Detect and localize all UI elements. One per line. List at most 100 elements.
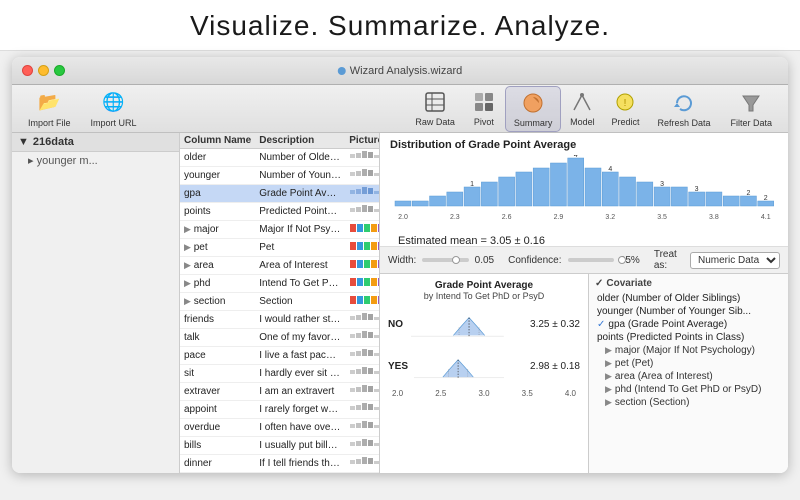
- import-file-button[interactable]: 📂 Import File: [20, 87, 79, 131]
- width-slider[interactable]: [422, 258, 468, 262]
- hero-text: Visualize. Summarize. Analyze.: [190, 10, 610, 41]
- confidence-slider-thumb[interactable]: [618, 256, 626, 264]
- traffic-lights: [22, 65, 65, 76]
- col-desc-header: Description: [255, 133, 345, 149]
- svg-text:3: 3: [695, 186, 699, 193]
- table-row[interactable]: plannerI rely on a calendar /...: [180, 473, 380, 474]
- svg-text:2.3: 2.3: [450, 214, 460, 221]
- cell-picture: [345, 149, 380, 167]
- raw-data-button[interactable]: Raw Data: [407, 86, 463, 132]
- cell-description: Predicted Points in...: [255, 203, 345, 221]
- cell-picture: [345, 401, 380, 419]
- import-url-button[interactable]: 🌐 Import URL: [83, 87, 145, 131]
- svg-text:3.8: 3.8: [709, 214, 719, 221]
- confidence-slider[interactable]: [568, 258, 614, 262]
- cell-column-name: extraver: [180, 383, 255, 401]
- group-row: NO 3.25 ± 0.32: [388, 305, 580, 343]
- group-mini-curve: [411, 305, 504, 343]
- model-label: Model: [570, 117, 595, 127]
- cell-column-name: points: [180, 203, 255, 221]
- cell-description: Number of Older Sib...: [255, 149, 345, 167]
- covariate-item[interactable]: ▶section (Section): [595, 396, 782, 409]
- table-row[interactable]: paceI live a fast paced life: [180, 347, 380, 365]
- covariate-item[interactable]: ✓gpa (Grade Point Average): [595, 318, 782, 331]
- table-row[interactable]: olderNumber of Older Sib...: [180, 149, 380, 167]
- covariate-item[interactable]: ▶major (Major If Not Psychology): [595, 344, 782, 357]
- model-button[interactable]: Model: [561, 86, 603, 132]
- hero-heading: Visualize. Summarize. Analyze.: [0, 0, 800, 51]
- table-row[interactable]: ▶ sectionSection: [180, 293, 380, 311]
- covariate-item[interactable]: ▶area (Area of Interest): [595, 370, 782, 383]
- group-stat: 3.25 ± 0.32: [510, 319, 580, 330]
- svg-text:!: !: [624, 98, 627, 109]
- covariate-item[interactable]: younger (Number of Younger Sib...: [595, 305, 782, 318]
- cell-column-name: talk: [180, 329, 255, 347]
- width-slider-thumb[interactable]: [452, 256, 460, 264]
- table-row[interactable]: ▶ areaArea of Interest: [180, 257, 380, 275]
- maximize-button[interactable]: [54, 65, 65, 76]
- covariate-item-text: section (Section): [615, 397, 689, 408]
- predict-button[interactable]: ! Predict: [603, 86, 647, 132]
- refresh-data-button[interactable]: Refresh Data: [649, 87, 718, 131]
- covariate-item[interactable]: older (Number of Older Siblings): [595, 292, 782, 305]
- table-row[interactable]: extraverI am an extravert: [180, 383, 380, 401]
- cell-picture: [345, 311, 380, 329]
- confidence-label: Confidence:: [508, 255, 561, 266]
- cell-description: Grade Point Average: [255, 185, 345, 203]
- table-row[interactable]: ▶ petPet: [180, 239, 380, 257]
- filter-icon: [738, 90, 764, 116]
- table-row[interactable]: billsI usually put bills nex...: [180, 437, 380, 455]
- table-row[interactable]: ▶ phdIntend To Get PhD o...: [180, 275, 380, 293]
- dist-chart-title: Distribution of Grade Point Average: [390, 139, 778, 151]
- cell-description: One of my favorite p...: [255, 329, 345, 347]
- table-row[interactable]: youngerNumber of Younger...: [180, 167, 380, 185]
- pivot-button[interactable]: Pivot: [463, 86, 505, 132]
- table-row[interactable]: overdueI often have overdue...: [180, 419, 380, 437]
- estimated-mean: Estimated mean = 3.05 ± 0.16: [390, 232, 778, 246]
- svg-text:2.9: 2.9: [554, 214, 564, 221]
- table-row[interactable]: pointsPredicted Points in...: [180, 203, 380, 221]
- svg-text:3.5: 3.5: [657, 214, 667, 221]
- width-value: 0.05: [475, 255, 494, 266]
- table-row[interactable]: gpaGrade Point Average: [180, 185, 380, 203]
- covariate-item[interactable]: points (Predicted Points in Class): [595, 331, 782, 344]
- table-row[interactable]: ▶ majorMajor If Not Psychol...: [180, 221, 380, 239]
- cell-column-name: bills: [180, 437, 255, 455]
- svg-text:2.0: 2.0: [398, 214, 408, 221]
- covariate-item[interactable]: ▶phd (Intend To Get PhD or PsyD): [595, 383, 782, 396]
- covariate-list: older (Number of Older Siblings)younger …: [595, 292, 782, 409]
- svg-text:3: 3: [660, 181, 664, 188]
- covariate-item-text: gpa (Grade Point Average): [608, 319, 727, 330]
- cell-description: I would rather stay a...: [255, 311, 345, 329]
- cell-picture: [345, 419, 380, 437]
- svg-text:2: 2: [764, 195, 768, 202]
- table-row[interactable]: talkOne of my favorite p...: [180, 329, 380, 347]
- group-row: YES 2.98 ± 0.18: [388, 347, 580, 385]
- cell-picture: [345, 239, 380, 257]
- covariate-section-title: ✓ Covariate: [595, 278, 782, 289]
- covariate-label: Covariate: [606, 278, 652, 289]
- model-icon: [569, 89, 595, 115]
- table-row[interactable]: friendsI would rather stay a...: [180, 311, 380, 329]
- cell-column-name: ▶ area: [180, 257, 255, 275]
- table-row[interactable]: sitI hardly ever sit arou...: [180, 365, 380, 383]
- arrow-icon: ▶: [605, 397, 612, 408]
- cell-column-name: ▶ section: [180, 293, 255, 311]
- table-row[interactable]: appointI rarely forget when...: [180, 401, 380, 419]
- sidebar-sub-item[interactable]: ▸ younger m...: [12, 152, 179, 169]
- cell-column-name: ▶ major: [180, 221, 255, 239]
- close-button[interactable]: [22, 65, 33, 76]
- table-row[interactable]: dinnerIf I tell friends that I...: [180, 455, 380, 473]
- filter-data-button[interactable]: Filter Data: [722, 87, 780, 131]
- minimize-button[interactable]: [38, 65, 49, 76]
- sidebar-title: 216data: [33, 136, 74, 148]
- summary-button[interactable]: Summary: [505, 86, 562, 132]
- cell-column-name: gpa: [180, 185, 255, 203]
- group-chart-x-axis: 2.02.53.03.54.0: [388, 389, 580, 398]
- covariate-item-text: major (Major If Not Psychology): [615, 345, 755, 356]
- treat-as-select[interactable]: Numeric Data: [690, 252, 780, 269]
- covariate-item[interactable]: ▶pet (Pet): [595, 357, 782, 370]
- right-panel: Distribution of Grade Point Average 2.02…: [380, 133, 788, 473]
- covariate-item-text: points (Predicted Points in Class): [597, 332, 744, 343]
- import-url-label: Import URL: [91, 118, 137, 128]
